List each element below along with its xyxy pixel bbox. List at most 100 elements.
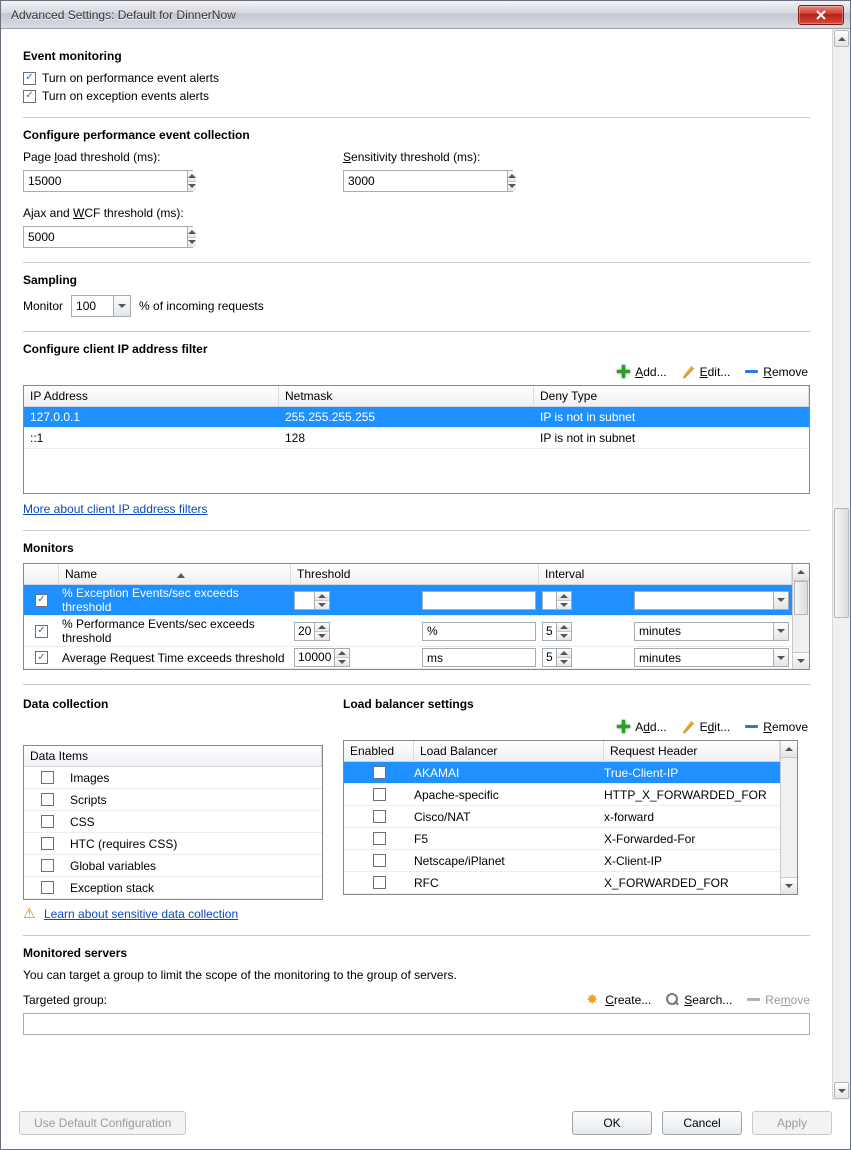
col-interval[interactable]: Interval (539, 564, 792, 584)
spin-up[interactable] (508, 171, 516, 182)
ip-filter-toolbar: Add... Edit... Remove (23, 364, 808, 379)
select-sampling-pct[interactable]: 100 (71, 295, 131, 317)
monitors-scrollbar[interactable] (792, 564, 809, 669)
spin-up[interactable] (188, 227, 196, 238)
spin-up[interactable] (188, 171, 196, 182)
link-sensitive-data[interactable]: Learn about sensitive data collection (44, 907, 238, 921)
col-netmask[interactable]: Netmask (279, 386, 534, 406)
input-page-load-threshold[interactable] (23, 170, 193, 192)
threshold-input[interactable]: 10000 (294, 648, 350, 667)
interval-input[interactable]: 5 (542, 648, 572, 667)
table-row[interactable]: Average Request Time exceeds threshold10… (24, 647, 792, 669)
checkbox-icon[interactable] (373, 854, 386, 867)
input-value[interactable] (344, 171, 507, 191)
col-loadbalancer[interactable]: Load Balancer (414, 741, 604, 761)
checkbox-perf-alerts[interactable]: Turn on performance event alerts (23, 71, 810, 85)
section-monitors: Monitors (23, 541, 810, 555)
threshold-input[interactable]: 15 (294, 591, 330, 610)
checkbox-icon[interactable] (35, 625, 48, 638)
scroll-up-icon[interactable] (793, 564, 809, 581)
monitored-servers-desc: You can target a group to limit the scop… (23, 968, 810, 982)
cancel-button[interactable]: Cancel (662, 1111, 742, 1135)
label-sensitivity: Sensitivity threshold (ms): (343, 150, 513, 164)
checkbox-icon[interactable] (35, 594, 48, 607)
table-row[interactable]: Cisco/NATx-forward (344, 806, 780, 828)
edit-button[interactable]: Edit... (681, 364, 731, 379)
checkbox-icon[interactable] (35, 651, 48, 664)
checkbox-icon[interactable] (373, 832, 386, 845)
table-row[interactable]: Apache-specificHTTP_X_FORWARDED_FOR (344, 784, 780, 806)
col-ip[interactable]: IP Address (24, 386, 279, 406)
col-check[interactable] (24, 564, 59, 584)
input-sensitivity-threshold[interactable] (343, 170, 513, 192)
checkbox-exception-alerts[interactable]: Turn on exception events alerts (23, 89, 810, 103)
input-value[interactable] (24, 227, 187, 247)
search-button[interactable]: Search... (665, 992, 732, 1007)
list-item[interactable]: Global variables (24, 855, 322, 877)
close-button[interactable] (798, 5, 844, 25)
col-enabled[interactable]: Enabled (344, 741, 414, 761)
interval-input[interactable]: 5 (542, 622, 572, 641)
scroll-up-icon[interactable] (834, 30, 849, 47)
table-row[interactable]: F5X-Forwarded-For (344, 828, 780, 850)
table-row[interactable]: 127.0.0.1255.255.255.255IP is not in sub… (24, 407, 809, 428)
list-item[interactable]: CSS (24, 811, 322, 833)
table-row[interactable]: Netscape/iPlanetX-Client-IP (344, 850, 780, 872)
edit-button[interactable]: Edit... (681, 719, 731, 734)
list-item[interactable]: Images (24, 767, 322, 789)
checkbox-icon[interactable] (41, 837, 54, 850)
scroll-down-icon[interactable] (793, 652, 809, 669)
table-row[interactable]: RFCX_FORWARDED_FOR (344, 872, 780, 894)
table-row[interactable]: % Exception Events/sec exceeds threshold… (24, 585, 792, 616)
checkbox-icon[interactable] (41, 881, 54, 894)
scroll-down-icon[interactable] (834, 1082, 849, 1099)
list-item[interactable]: Exception stack (24, 877, 322, 899)
input-ajax-wcf-threshold[interactable] (23, 226, 193, 248)
interval-unit-select[interactable]: minutes (634, 591, 789, 610)
interval-input[interactable]: 5 (542, 591, 572, 610)
plus-icon (616, 364, 631, 379)
checkbox-icon[interactable] (373, 766, 386, 779)
remove-button[interactable]: Remove (744, 719, 808, 734)
ok-button[interactable]: OK (572, 1111, 652, 1135)
checkbox-icon[interactable] (41, 793, 54, 806)
targeted-group-input[interactable] (23, 1013, 810, 1035)
remove-button: Remove (746, 992, 810, 1007)
remove-button[interactable]: Remove (744, 364, 808, 379)
checkbox-icon[interactable] (373, 876, 386, 889)
interval-unit-select[interactable]: minutes (634, 648, 789, 667)
checkbox-label: Turn on performance event alerts (42, 71, 219, 85)
checkbox-icon[interactable] (41, 771, 54, 784)
col-data-items[interactable]: Data Items (24, 746, 322, 766)
scroll-thumb[interactable] (834, 508, 849, 618)
threshold-input[interactable]: 20 (294, 622, 330, 641)
input-value[interactable] (24, 171, 187, 191)
table-row[interactable]: AKAMAITrue-Client-IP (344, 762, 780, 784)
lb-scrollbar[interactable] (780, 741, 797, 894)
col-threshold[interactable]: Threshold (291, 564, 539, 584)
col-name[interactable]: Name (59, 564, 291, 584)
spin-down[interactable] (508, 182, 516, 192)
list-item[interactable]: HTC (requires CSS) (24, 833, 322, 855)
checkbox-icon[interactable] (41, 815, 54, 828)
checkbox-icon[interactable] (41, 859, 54, 872)
create-button[interactable]: Create... (586, 992, 651, 1007)
checkbox-icon[interactable] (373, 810, 386, 823)
link-ip-filter-help[interactable]: More about client IP address filters (23, 502, 208, 516)
scroll-down-icon[interactable] (781, 877, 797, 894)
table-row[interactable]: % Performance Events/sec exceeds thresho… (24, 616, 792, 647)
add-button[interactable]: Add... (616, 364, 666, 379)
scroll-thumb[interactable] (794, 581, 808, 615)
col-request-header[interactable]: Request Header (604, 741, 780, 761)
table-row[interactable]: ::1128IP is not in subnet (24, 428, 809, 449)
list-item[interactable]: Scripts (24, 789, 322, 811)
main-scrollbar[interactable] (832, 29, 850, 1100)
add-button[interactable]: Add... (616, 719, 666, 734)
col-denytype[interactable]: Deny Type (534, 386, 809, 406)
label-monitor: Monitor (23, 299, 63, 313)
spin-down[interactable] (188, 182, 196, 192)
spin-down[interactable] (188, 238, 196, 248)
interval-unit-select[interactable]: minutes (634, 622, 789, 641)
checkbox-icon[interactable] (373, 788, 386, 801)
scroll-up-icon[interactable] (781, 741, 797, 758)
